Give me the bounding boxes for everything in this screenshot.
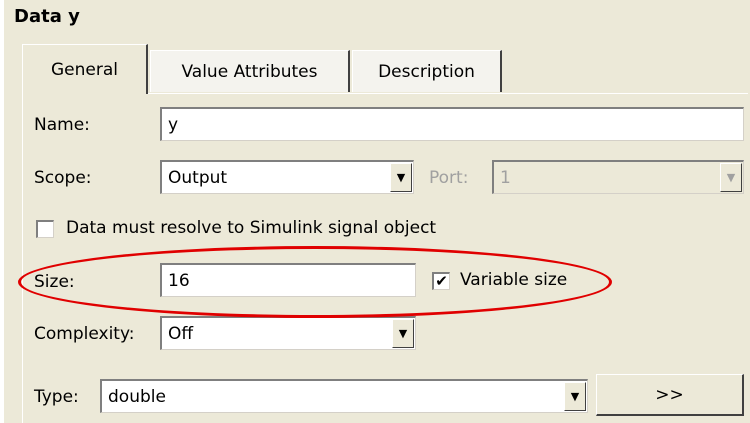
check-icon: ✔ — [435, 272, 448, 290]
size-value: 16 — [168, 270, 190, 291]
type-select[interactable]: double ▼ — [100, 379, 588, 413]
type-assistant-label: >> — [655, 384, 684, 405]
scope-select[interactable]: Output ▼ — [160, 160, 414, 194]
tab-value-attributes[interactable]: Value Attributes — [150, 50, 350, 92]
chevron-down-icon[interactable]: ▼ — [390, 163, 412, 192]
variable-size-checkbox[interactable]: ✔ — [432, 272, 450, 290]
dialog-title: Data y — [14, 6, 80, 27]
dialog-panel: Data y General Value Attributes Descript… — [0, 0, 750, 423]
resolve-signal-checkbox[interactable] — [36, 220, 54, 238]
name-label: Name: — [34, 115, 90, 135]
complexity-value: Off — [168, 323, 194, 344]
size-label: Size: — [34, 272, 75, 292]
type-assistant-button[interactable]: >> — [596, 374, 744, 416]
name-field[interactable]: y — [160, 107, 744, 141]
tab-description[interactable]: Description — [352, 50, 502, 92]
complexity-select[interactable]: Off ▼ — [160, 316, 416, 350]
complexity-label: Complexity: — [34, 324, 135, 344]
tab-label: Value Attributes — [181, 61, 318, 82]
variable-size-label: Variable size — [460, 270, 568, 290]
chevron-down-icon: ▼ — [720, 163, 742, 192]
scope-value: Output — [168, 167, 228, 188]
port-value: 1 — [500, 167, 511, 188]
name-value: y — [168, 114, 179, 135]
port-label: Port: — [429, 168, 469, 188]
resolve-signal-label: Data must resolve to Simulink signal obj… — [66, 218, 437, 238]
scope-label: Scope: — [34, 168, 92, 188]
chevron-down-icon[interactable]: ▼ — [564, 382, 586, 411]
tab-label: General — [51, 59, 118, 80]
type-value: double — [108, 386, 166, 407]
tab-label: Description — [378, 61, 475, 82]
data-properties-dialog: Data y General Value Attributes Descript… — [4, 0, 750, 423]
port-select: 1 ▼ — [492, 160, 744, 194]
size-field[interactable]: 16 — [160, 263, 416, 297]
type-label: Type: — [34, 387, 79, 407]
tab-general[interactable]: General — [22, 44, 148, 94]
chevron-down-icon[interactable]: ▼ — [392, 319, 414, 348]
